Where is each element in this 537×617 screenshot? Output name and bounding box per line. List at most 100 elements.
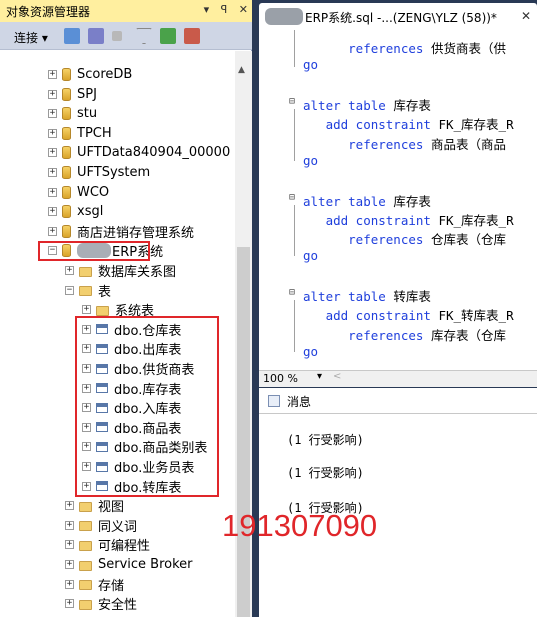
code-line: go bbox=[303, 344, 318, 359]
database-icon bbox=[62, 107, 71, 121]
tree-item-folder[interactable]: + 视图 bbox=[65, 496, 124, 515]
tree-item-database[interactable]: + SPJ bbox=[48, 85, 97, 104]
sql-text: 库存表（仓库 bbox=[423, 327, 506, 343]
editor-tab[interactable]: ERP系统.sql -...(ZENG\YLZ (58))* ✕ bbox=[259, 3, 537, 30]
expand-node-icon[interactable]: + bbox=[65, 579, 74, 589]
sql-text: 库存表 bbox=[385, 193, 431, 209]
sql-keyword: go bbox=[303, 343, 319, 359]
connect-icon[interactable] bbox=[64, 28, 80, 44]
collapse-node-icon[interactable]: − bbox=[65, 285, 74, 295]
database-icon bbox=[62, 146, 71, 160]
close-panel-icon[interactable]: ✕ bbox=[239, 3, 248, 16]
expand-node-icon[interactable]: + bbox=[65, 560, 74, 569]
scroll-thumb[interactable] bbox=[237, 247, 250, 617]
expand-node-icon[interactable]: + bbox=[48, 148, 57, 158]
database-icon bbox=[62, 166, 71, 179]
tree-item-database[interactable]: + UFTData840904_00000 bbox=[48, 143, 230, 162]
tree-item-folder[interactable]: + Service Broker bbox=[65, 555, 193, 574]
highlight-box-database bbox=[38, 241, 150, 261]
expand-node-icon[interactable]: + bbox=[65, 266, 74, 275]
scroll-up-arrow-icon[interactable]: ▲ bbox=[238, 65, 245, 75]
tree-item-database[interactable]: + xsgl bbox=[48, 202, 103, 221]
collapse-region-icon[interactable]: ⊟ bbox=[289, 287, 295, 298]
expand-node-icon[interactable]: + bbox=[48, 207, 57, 217]
close-tab-icon[interactable]: ✕ bbox=[521, 9, 531, 23]
messages-tab-label: 消息 bbox=[287, 395, 312, 409]
tree-item-label: 同义词 bbox=[98, 519, 138, 535]
code-line: references 商品表（商品 bbox=[303, 134, 506, 153]
panel-menu-icon[interactable]: ▾ bbox=[204, 3, 210, 16]
filter-icon[interactable] bbox=[136, 28, 152, 44]
expand-node-icon[interactable]: + bbox=[48, 168, 57, 177]
message-line: (1 行受影响) bbox=[287, 433, 364, 447]
expand-node-icon[interactable]: + bbox=[65, 540, 74, 550]
message-line: (1 行受影响) bbox=[287, 466, 364, 480]
tree-item-label: 商店进销存管理系统 bbox=[77, 225, 195, 241]
zoom-dropdown-icon[interactable]: ▾ bbox=[317, 371, 322, 382]
messages-tab[interactable]: 消息 bbox=[259, 388, 537, 414]
disconnect-icon[interactable] bbox=[88, 28, 104, 44]
tree-item-folder[interactable]: + 同义词 bbox=[65, 516, 137, 535]
messages-icon bbox=[268, 395, 280, 407]
tree-item-database[interactable]: + TPCH bbox=[48, 124, 112, 143]
tree-item-folder[interactable]: + 安全性 bbox=[65, 594, 137, 613]
tree-item-database[interactable]: + UFTSystem bbox=[48, 163, 150, 182]
object-explorer-title: 对象资源管理器 bbox=[6, 5, 91, 19]
folder-icon bbox=[96, 305, 109, 316]
expand-node-icon[interactable]: + bbox=[48, 109, 57, 119]
object-explorer-panel: 对象资源管理器 ▾ ꟼ ✕ 连接 ▾ + ScoreDB + SPJ + stu + TPCH… bbox=[0, 0, 252, 617]
sql-keyword: references bbox=[348, 232, 424, 247]
tree-item-folder[interactable]: − 表 bbox=[65, 281, 111, 300]
expand-node-icon[interactable]: + bbox=[65, 501, 74, 511]
object-explorer-title-bar: 对象资源管理器 ▾ ꟼ ✕ bbox=[0, 0, 252, 22]
refresh-icon[interactable] bbox=[160, 28, 176, 44]
code-line: go bbox=[303, 57, 318, 72]
folder-icon bbox=[79, 599, 92, 610]
tree-item-label: 可编程性 bbox=[98, 539, 151, 555]
code-line: references 供货商表（供 bbox=[303, 38, 506, 57]
expand-node-icon[interactable]: + bbox=[48, 187, 57, 197]
collapse-region-icon[interactable]: ⊟ bbox=[289, 192, 295, 203]
tree-item-label: 安全性 bbox=[98, 598, 138, 614]
sql-keyword: go bbox=[303, 152, 319, 168]
sql-text: 库存表 bbox=[385, 98, 431, 114]
pin-icon[interactable]: ꟼ bbox=[221, 3, 228, 16]
zoom-level[interactable]: 100 % bbox=[263, 372, 298, 385]
collapse-region-icon[interactable]: ⊟ bbox=[289, 96, 295, 107]
region-guide-line bbox=[294, 109, 295, 161]
tree-item-database[interactable]: + stu bbox=[48, 104, 97, 123]
sql-keyword: references bbox=[348, 41, 424, 56]
expand-node-icon[interactable]: + bbox=[48, 70, 57, 79]
tree-item-folder[interactable]: + 可编程性 bbox=[65, 535, 150, 554]
editor-tab-title: ERP系统.sql -...(ZENG\YLZ (58))* bbox=[305, 11, 497, 25]
stop-icon[interactable] bbox=[112, 31, 122, 41]
tree-item-folder[interactable]: + 数据库关系图 bbox=[65, 261, 176, 280]
tree-item-database[interactable]: + 商店进销存管理系统 bbox=[48, 222, 194, 241]
sql-keyword: add constraint bbox=[325, 117, 431, 133]
connect-button[interactable]: 连接 ▾ bbox=[14, 29, 48, 46]
folder-icon bbox=[79, 580, 92, 591]
highlight-box-tables bbox=[75, 316, 219, 497]
expand-node-icon[interactable]: + bbox=[48, 226, 57, 236]
tree-item-label: Service Broker bbox=[98, 557, 193, 572]
expand-node-icon[interactable]: + bbox=[65, 520, 74, 530]
tree-item-database[interactable]: + WCO bbox=[48, 183, 109, 202]
expand-node-icon[interactable]: + bbox=[48, 128, 57, 138]
code-line: add constraint FK_库存表_R bbox=[303, 114, 514, 133]
region-guide-line bbox=[294, 204, 295, 257]
expand-node-icon[interactable]: + bbox=[82, 305, 91, 315]
code-line: alter table 库存表 bbox=[303, 95, 431, 114]
tree-item-folder[interactable]: + 存储 bbox=[65, 575, 124, 594]
tree-item-database[interactable]: + ScoreDB bbox=[48, 65, 132, 84]
expand-node-icon[interactable]: + bbox=[48, 89, 57, 99]
collapse-icon[interactable] bbox=[184, 28, 200, 44]
database-icon bbox=[62, 87, 71, 101]
sql-keyword: alter table bbox=[303, 98, 386, 114]
scroll-left-icon[interactable]: < bbox=[333, 371, 341, 382]
tree-item-label: 表 bbox=[98, 284, 112, 300]
database-icon bbox=[62, 68, 71, 81]
sql-keyword: go bbox=[303, 57, 319, 73]
tree-item-label: WCO bbox=[77, 184, 110, 200]
expand-node-icon[interactable]: + bbox=[65, 599, 74, 609]
sql-editor[interactable]: references 供货商表（供 go alter table 库存表 add c… bbox=[259, 30, 537, 370]
